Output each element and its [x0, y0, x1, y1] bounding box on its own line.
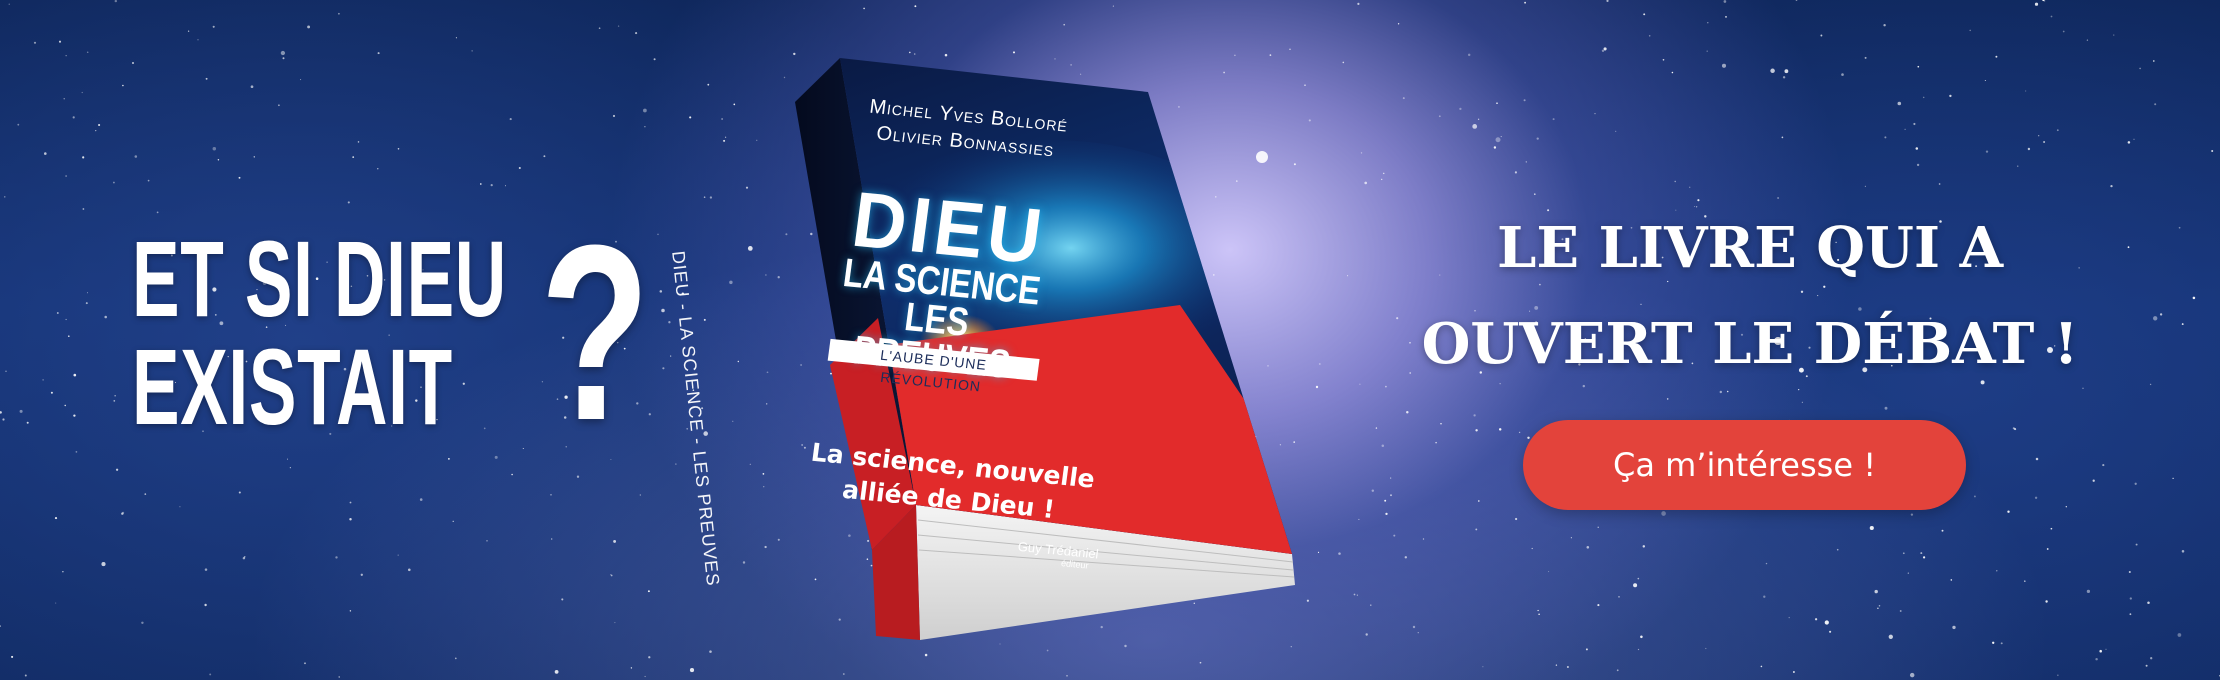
- book-authors: Michel Yves Bolloré Olivier Bonnassies: [824, 90, 1110, 168]
- headline-right-line2: OUVERT LE DÉBAT !: [1421, 311, 2079, 377]
- book-tagline: La science, nouvelle alliée de Dieu !: [797, 435, 1105, 531]
- book-image: Michel Yves Bolloré Olivier Bonnassies D…: [660, 50, 1400, 650]
- book-publisher: Guy Trédaniel: [1016, 538, 1100, 562]
- headline-right-line1: LE LIVRE QUI A: [1496, 215, 2004, 281]
- book-publisher-sub: éditeur: [1060, 558, 1090, 571]
- headline-right: LE LIVRE QUI A OUVERT LE DÉBAT !: [1390, 200, 2110, 392]
- cta-button[interactable]: Ça m’intéresse !: [1523, 420, 1966, 510]
- headline-left-line1: ET SI DIEU: [132, 218, 507, 339]
- headline-left: ET SI DIEU EXISTAIT: [132, 225, 507, 441]
- question-mark: ?: [540, 193, 650, 472]
- headline-left-line2: EXISTAIT: [132, 326, 453, 447]
- promo-banner[interactable]: ET SI DIEU EXISTAIT ? Michel Yves Bollor…: [0, 0, 2220, 680]
- book-cover: Michel Yves Bolloré Olivier Bonnassies D…: [766, 60, 1293, 630]
